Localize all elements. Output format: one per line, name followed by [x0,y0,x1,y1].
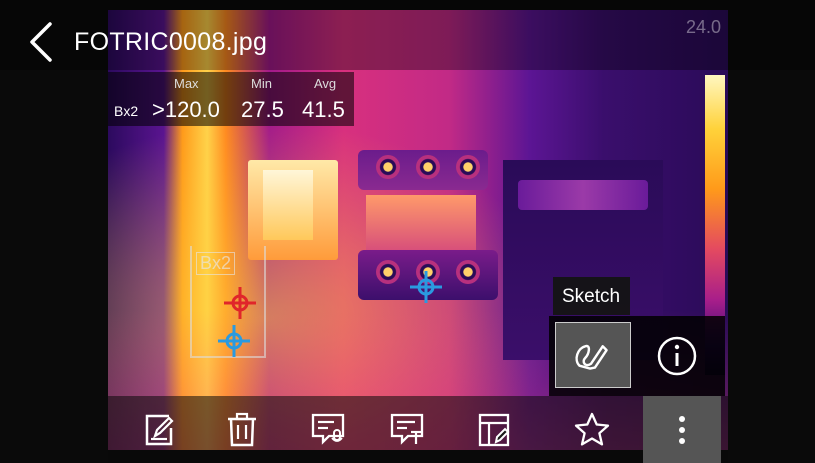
stats-panel: Bx2 Max >120.0 Min 27.5 Avg 41.5 [108,72,354,126]
report-edit-icon [478,413,510,446]
terminal-screw [376,260,400,284]
measurement-box-label: Bx2 [196,252,236,275]
terminal-screw [456,155,480,179]
trash-icon [228,412,256,446]
stats-avg-header: Avg [314,76,337,91]
sketch-button[interactable] [555,322,631,388]
info-icon[interactable] [655,334,699,378]
file-name: FOTRIC0008.jpg [74,28,268,56]
scale-max-value: 24.0 [685,17,721,37]
sketch-tooltip: Sketch [553,277,630,315]
spot-marker-icon[interactable] [409,270,443,304]
stats-min-value: 27.5 [241,97,284,122]
stats-region-label: Bx2 [114,103,139,119]
voice-note-button[interactable] [289,396,367,463]
text-note-icon [390,413,424,445]
contactor-face [263,170,313,240]
edit-icon [145,414,174,445]
star-icon [574,412,610,446]
report-button[interactable] [455,396,533,463]
back-icon[interactable] [22,20,62,64]
stats-avg-value: 41.5 [302,97,345,122]
thermal-viewer-screen: FOTRIC0008.jpg 24.0 Bx2 Max >120.0 Min 2… [0,0,815,463]
more-vertical-icon [679,415,685,444]
terminal-screw [456,260,480,284]
terminal-strip-middle [366,195,476,250]
terminal-screw [416,155,440,179]
stats-min-header: Min [251,76,272,91]
edit-button[interactable] [120,396,198,463]
stats-max-value: >120.0 [152,97,220,122]
sketch-tooltip-text: Sketch [562,286,621,307]
delete-button[interactable] [203,396,281,463]
cold-spot-marker-icon[interactable] [217,324,251,358]
stats-max-header: Max [174,76,199,91]
hot-spot-marker-icon[interactable] [223,286,257,320]
favorite-button[interactable] [553,396,631,463]
sketch-icon [575,344,608,370]
terminal-screw [376,155,400,179]
breaker-top-contacts [518,180,648,210]
more-button[interactable] [643,396,721,463]
text-note-button[interactable] [368,396,446,463]
voice-note-icon [311,413,345,445]
